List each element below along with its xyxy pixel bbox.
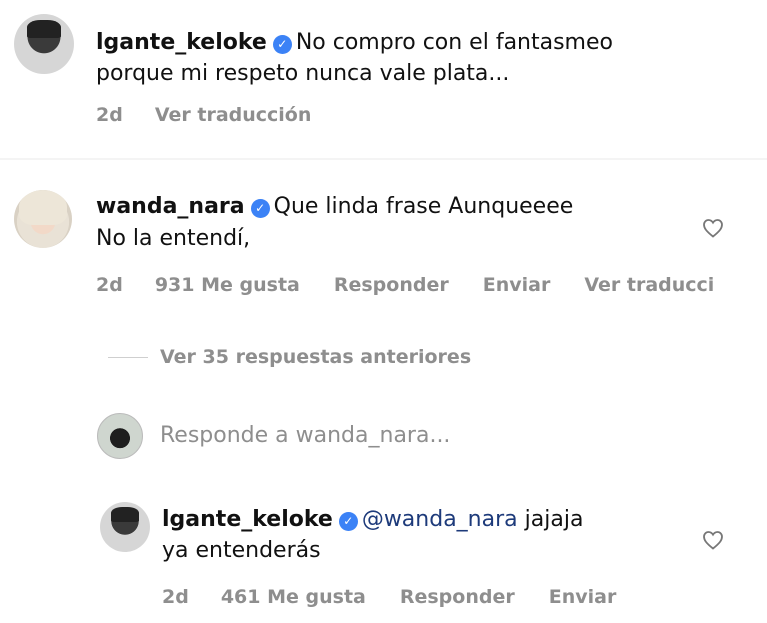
reply-input[interactable]: Responde a wanda_nara...: [160, 423, 450, 449]
heart-icon[interactable]: [700, 528, 726, 552]
reply-button[interactable]: Responder: [400, 586, 515, 608]
send-button[interactable]: Enviar: [483, 274, 551, 296]
avatar[interactable]: [14, 14, 74, 74]
view-previous-replies[interactable]: Ver 35 respuestas anteriores: [160, 346, 471, 368]
comment-meta: 2d 931 Me gusta Responder Enviar Ver traducc…: [96, 274, 748, 296]
comment-text: wanda_nara ✓ Que linda frase Aunqueeee: [96, 194, 573, 220]
comment-age: 2d: [96, 104, 123, 126]
like-count[interactable]: 461 Me gusta: [221, 586, 366, 608]
comment-text: lgante_keloke ✓ No compro con el fantasmeo: [96, 30, 613, 56]
verified-badge-icon: ✓: [250, 199, 270, 218]
reply-comment: wanda_nara ✓ Que linda frase Aunqueeee No …: [0, 160, 767, 490]
comment-age: 2d: [96, 274, 123, 296]
reply-button[interactable]: Responder: [334, 274, 449, 296]
comment-age: 2d: [162, 586, 189, 608]
mention-link[interactable]: @wanda_nara: [362, 507, 518, 532]
verified-badge-icon: ✓: [272, 35, 292, 54]
comment-line-1: No compro con el fantasmeo: [295, 30, 613, 55]
comment-line-1: Que linda frase Aunqueeee: [273, 194, 574, 219]
like-count[interactable]: 931 Me gusta: [155, 274, 300, 296]
comment-meta: 2d Ver traducción: [96, 104, 345, 126]
avatar[interactable]: [100, 502, 150, 552]
comment-meta: 2d 461 Me gusta Responder Enviar: [162, 586, 650, 608]
translate-link[interactable]: Ver traducción: [155, 104, 312, 126]
username[interactable]: wanda_nara: [96, 194, 245, 219]
comment-line-1: jajaja: [524, 507, 584, 532]
comment-line-2: porque mi respeto nunca vale plata...: [96, 61, 510, 86]
username[interactable]: lgante_keloke: [162, 507, 333, 532]
send-button[interactable]: Enviar: [549, 586, 617, 608]
heart-icon[interactable]: [700, 216, 726, 240]
comment-text: lgante_keloke ✓ @wanda_nara jajaja: [162, 507, 583, 533]
translate-link[interactable]: Ver traducci: [584, 274, 714, 296]
comment-line-2: ya entenderás: [162, 538, 321, 563]
nested-reply: lgante_keloke ✓ @wanda_nara jajaja ya ente…: [0, 490, 767, 623]
comment-line-2: No la entendí,: [96, 226, 251, 251]
verified-badge-icon: ✓: [338, 512, 358, 531]
avatar[interactable]: [14, 190, 72, 248]
avatar: [97, 413, 143, 459]
top-comment: lgante_keloke ✓ No compro con el fantasmeo…: [0, 0, 767, 158]
thread-divider: [108, 357, 148, 358]
username[interactable]: lgante_keloke: [96, 30, 267, 55]
